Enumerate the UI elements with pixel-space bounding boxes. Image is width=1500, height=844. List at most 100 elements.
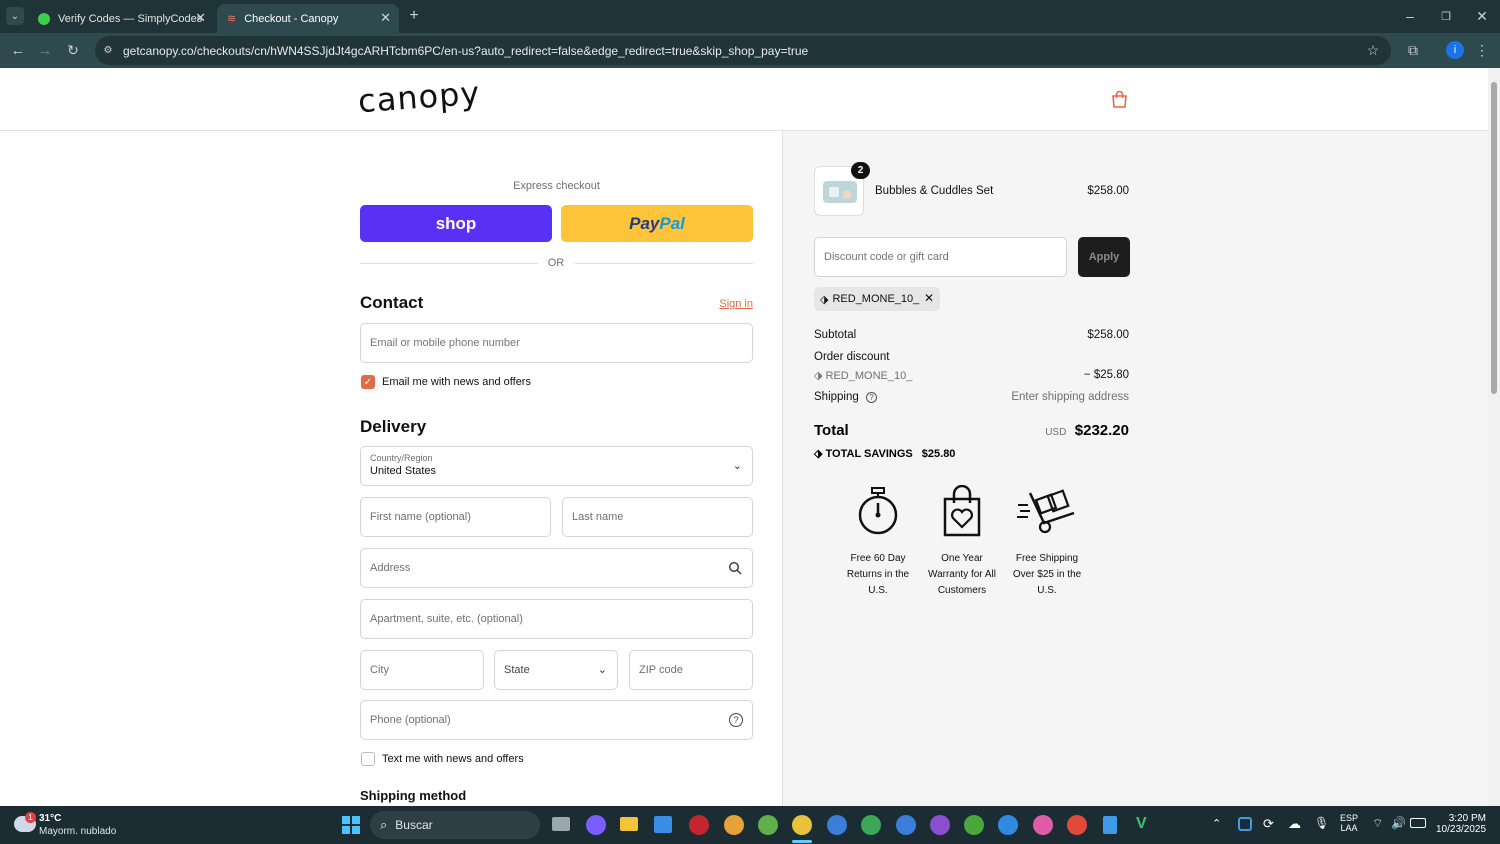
state-select[interactable]: State ⌄ xyxy=(494,650,618,690)
contact-heading: Contact xyxy=(360,293,424,312)
address-bar[interactable]: ⚙ getcanopy.co/checkouts/cn/hWN4SSJjdJt4… xyxy=(95,36,1391,65)
shipping-value: Enter shipping address xyxy=(1011,391,1129,403)
chrome-icon[interactable] xyxy=(1067,815,1087,835)
email-field[interactable] xyxy=(360,323,753,363)
perk-line: Over $25 in the xyxy=(1012,569,1082,580)
hand-truck-icon xyxy=(1017,489,1075,534)
paypal-button[interactable]: Pay Pal xyxy=(561,205,753,242)
order-discount-code: ⬗ RED_MONE_10_ xyxy=(814,369,912,382)
text-news-checkbox[interactable] xyxy=(361,752,375,766)
discount-code-field[interactable] xyxy=(814,237,1067,277)
file-explorer-icon[interactable] xyxy=(620,817,638,831)
security-icon[interactable] xyxy=(1238,817,1252,831)
last-name-field[interactable]: Last name xyxy=(562,497,753,537)
page-scrollbar[interactable] xyxy=(1488,68,1500,806)
chrome-icon[interactable] xyxy=(758,815,778,835)
weather-badge: 1 xyxy=(25,812,36,823)
email-news-checkbox[interactable]: ✓ xyxy=(361,375,375,389)
chrome-icon[interactable] xyxy=(998,815,1018,835)
app-icon[interactable] xyxy=(689,815,709,835)
perk-line: Free Shipping xyxy=(1015,553,1079,564)
divider xyxy=(360,263,538,264)
volume-icon[interactable]: 🔊 xyxy=(1391,816,1406,830)
sync-icon[interactable]: ⟳ xyxy=(1263,816,1274,832)
canopy-logo[interactable]: canopy xyxy=(357,74,482,120)
battery-icon[interactable] xyxy=(1410,818,1426,828)
chrome-icon[interactable] xyxy=(861,815,881,835)
order-summary-panel: 2 Bubbles & Cuddles Set $258.00 Apply ⬗ … xyxy=(782,131,1488,806)
address-field[interactable]: Address xyxy=(360,548,753,588)
site-settings-icon[interactable]: ⚙ xyxy=(101,43,115,57)
vim-icon[interactable]: V xyxy=(1136,815,1147,833)
first-name-field[interactable]: First name (optional) xyxy=(360,497,551,537)
windows-start-icon[interactable] xyxy=(342,816,360,834)
chrome-icon[interactable] xyxy=(896,815,916,835)
scroll-thumb[interactable] xyxy=(1491,82,1497,394)
forward-icon[interactable]: → xyxy=(35,40,55,60)
clock-date: 10/23/2025 xyxy=(1436,824,1487,835)
delivery-heading: Delivery xyxy=(360,417,427,436)
new-tab-button[interactable]: + xyxy=(405,6,423,26)
shipping-label-text: Shipping xyxy=(814,391,859,403)
extensions-icon[interactable]: ⧉ xyxy=(1403,40,1423,60)
zip-field[interactable]: ZIP code xyxy=(629,650,753,690)
reload-icon[interactable]: ↻ xyxy=(63,40,83,60)
apply-button[interactable]: Apply xyxy=(1078,237,1130,277)
perk-line: U.S. xyxy=(1037,585,1057,596)
shopping-bag-icon[interactable] xyxy=(1111,90,1128,108)
close-tab-icon[interactable]: ✕ xyxy=(380,10,391,26)
chevron-down-icon: ⌄ xyxy=(732,460,742,472)
total-label: Total xyxy=(814,422,849,439)
city-field[interactable]: City xyxy=(360,650,484,690)
minimize-icon[interactable]: – xyxy=(1400,6,1420,26)
remove-code-icon[interactable]: ✕ xyxy=(924,291,934,305)
help-icon[interactable]: ? xyxy=(865,392,877,403)
total-value: $232.20 xyxy=(1074,422,1129,439)
store-icon[interactable] xyxy=(654,816,672,833)
cloud-icon[interactable]: ☁ xyxy=(1288,816,1301,832)
task-view-icon[interactable] xyxy=(552,817,570,831)
wifi-icon[interactable]: ⌔ xyxy=(1372,816,1383,831)
taskbar-search[interactable]: ⌕ Buscar xyxy=(370,811,540,839)
copilot-icon[interactable] xyxy=(586,815,606,835)
sign-in-link[interactable]: Sign in xyxy=(700,298,753,310)
state-label: State xyxy=(504,664,530,676)
apartment-field[interactable]: Apartment, suite, etc. (optional) xyxy=(360,599,753,639)
back-icon[interactable]: ← xyxy=(8,40,28,60)
bookmark-star-icon[interactable]: ☆ xyxy=(1365,42,1381,58)
tab-simplycodes[interactable]: Verify Codes — SimplyCodes ✕ xyxy=(28,4,214,33)
browser-tab-bar: ⌄ Verify Codes — SimplyCodes ✕ ≋ Checkou… xyxy=(0,0,1500,33)
notepad-icon[interactable] xyxy=(1103,816,1117,834)
clock[interactable]: 3:20 PM 10/23/2025 xyxy=(1436,813,1486,835)
language-indicator[interactable]: ESP LAA xyxy=(1340,813,1358,833)
restore-icon[interactable]: ❐ xyxy=(1436,6,1456,26)
country-select[interactable]: Country/Region United States ⌄ xyxy=(360,446,753,486)
tab-search-chevron-icon[interactable]: ⌄ xyxy=(6,7,24,25)
chevron-up-icon[interactable]: ⌃ xyxy=(1212,817,1221,830)
browser-toolbar: ← → ↻ ⚙ getcanopy.co/checkouts/cn/hWN4SS… xyxy=(0,33,1500,68)
tag-icon: ⬗ xyxy=(814,448,826,460)
microphone-icon[interactable]: 🎙 xyxy=(1314,816,1329,830)
tab-checkout-canopy[interactable]: ≋ Checkout - Canopy ✕ xyxy=(217,4,399,33)
chrome-icon[interactable] xyxy=(827,815,847,835)
chrome-icon[interactable] xyxy=(964,815,984,835)
express-checkout-label: Express checkout xyxy=(513,180,600,192)
paypal-pay-text: Pay xyxy=(629,213,660,233)
subtotal-label: Subtotal xyxy=(814,329,857,341)
phone-field[interactable]: Phone (optional) ? xyxy=(360,700,753,740)
chrome-icon[interactable] xyxy=(724,815,744,835)
profile-avatar[interactable]: i xyxy=(1446,41,1464,59)
chrome-icon[interactable] xyxy=(792,815,812,835)
email-news-label: Email me with news and offers xyxy=(382,376,531,388)
chrome-icon[interactable] xyxy=(930,815,950,835)
perk-warranty: One Year Warranty for All Customers xyxy=(920,551,1004,599)
close-window-icon[interactable]: ✕ xyxy=(1472,6,1492,26)
chrome-icon[interactable] xyxy=(1033,815,1053,835)
browser-menu-icon[interactable]: ⋮ xyxy=(1474,40,1490,60)
perk-line: Returns in the xyxy=(846,569,910,580)
shipping-method-heading: Shipping method xyxy=(360,788,467,803)
shop-pay-button[interactable]: shop xyxy=(360,205,552,242)
close-tab-icon[interactable]: ✕ xyxy=(195,10,206,26)
order-discount-code-text: RED_MONE_10_ xyxy=(825,370,913,382)
help-icon[interactable]: ? xyxy=(729,713,743,727)
